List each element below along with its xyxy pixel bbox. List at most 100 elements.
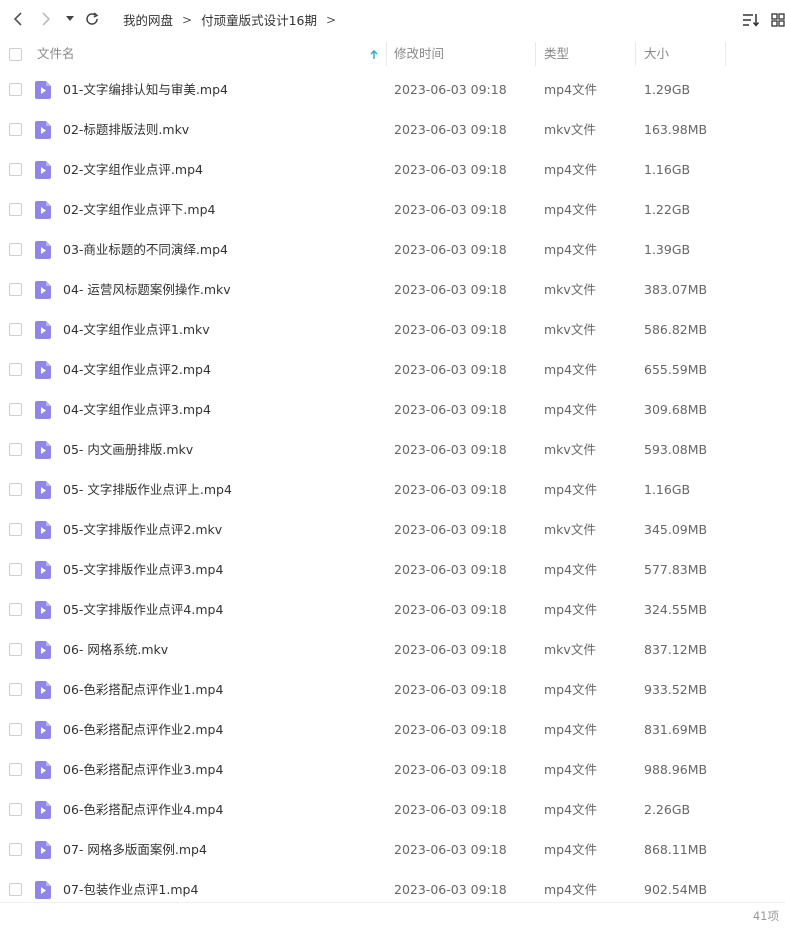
- file-row[interactable]: 01-文字编排认知与审美.mp4 2023-06-03 09:18 mp4文件 1.2…: [0, 70, 785, 110]
- file-name[interactable]: 05- 文字排版作业点评上.mp4: [63, 470, 232, 510]
- file-type: mkv文件: [544, 122, 596, 137]
- file-type: mkv文件: [544, 322, 596, 337]
- column-divider[interactable]: [635, 42, 636, 66]
- row-checkbox[interactable]: [9, 443, 22, 456]
- row-checkbox[interactable]: [9, 763, 22, 776]
- video-file-icon: [35, 561, 51, 579]
- column-header-size[interactable]: 大小: [644, 38, 669, 70]
- file-row[interactable]: 05-文字排版作业点评4.mp4 2023-06-03 09:18 mp4文件 324…: [0, 590, 785, 630]
- row-checkbox[interactable]: [9, 323, 22, 336]
- file-row[interactable]: 06-色彩搭配点评作业4.mp4 2023-06-03 09:18 mp4文件 2.2…: [0, 790, 785, 830]
- forward-button[interactable]: [36, 9, 56, 29]
- file-size: 345.09MB: [644, 522, 708, 537]
- row-checkbox[interactable]: [9, 203, 22, 216]
- row-checkbox[interactable]: [9, 803, 22, 816]
- file-name[interactable]: 02-文字组作业点评.mp4: [63, 150, 203, 190]
- file-name[interactable]: 04- 运营风标题案例操作.mkv: [63, 270, 231, 310]
- file-row[interactable]: 06-色彩搭配点评作业3.mp4 2023-06-03 09:18 mp4文件 988…: [0, 750, 785, 790]
- file-size: 902.54MB: [644, 882, 708, 897]
- file-name[interactable]: 02-文字组作业点评下.mp4: [63, 190, 215, 230]
- refresh-button[interactable]: [82, 9, 102, 29]
- column-header-name[interactable]: 文件名: [37, 38, 75, 70]
- file-row[interactable]: 07-包装作业点评1.mp4 2023-06-03 09:18 mp4文件 902.5…: [0, 870, 785, 910]
- row-checkbox[interactable]: [9, 603, 22, 616]
- file-row[interactable]: 02-文字组作业点评下.mp4 2023-06-03 09:18 mp4文件 1.22…: [0, 190, 785, 230]
- item-count: 41项: [752, 909, 779, 923]
- modified-time: 2023-06-03 09:18: [394, 202, 507, 217]
- file-row[interactable]: 05-文字排版作业点评2.mkv 2023-06-03 09:18 mkv文件 345…: [0, 510, 785, 550]
- file-row[interactable]: 06-色彩搭配点评作业2.mp4 2023-06-03 09:18 mp4文件 831…: [0, 710, 785, 750]
- file-row[interactable]: 06-色彩搭配点评作业1.mp4 2023-06-03 09:18 mp4文件 933…: [0, 670, 785, 710]
- file-name[interactable]: 04-文字组作业点评2.mp4: [63, 350, 211, 390]
- select-all-checkbox[interactable]: [9, 48, 22, 61]
- row-checkbox[interactable]: [9, 403, 22, 416]
- row-checkbox[interactable]: [9, 643, 22, 656]
- file-row[interactable]: 02-标题排版法则.mkv 2023-06-03 09:18 mkv文件 163.98…: [0, 110, 785, 150]
- file-name[interactable]: 03-商业标题的不同演绎.mp4: [63, 230, 228, 270]
- video-file-icon: [35, 801, 51, 819]
- file-name[interactable]: 07-包装作业点评1.mp4: [63, 870, 198, 910]
- file-type: mp4文件: [544, 362, 598, 377]
- sort-ascending-arrow-icon[interactable]: [370, 38, 378, 70]
- file-type: mp4文件: [544, 402, 598, 417]
- row-checkbox[interactable]: [9, 723, 22, 736]
- file-name[interactable]: 06-色彩搭配点评作业1.mp4: [63, 670, 223, 710]
- modified-time: 2023-06-03 09:18: [394, 122, 507, 137]
- file-name[interactable]: 01-文字编排认知与审美.mp4: [63, 70, 228, 110]
- modified-time: 2023-06-03 09:18: [394, 602, 507, 617]
- history-dropdown-button[interactable]: [62, 9, 78, 29]
- file-name[interactable]: 05-文字排版作业点评3.mp4: [63, 550, 223, 590]
- video-file-icon: [35, 641, 51, 659]
- file-row[interactable]: 04-文字组作业点评2.mp4 2023-06-03 09:18 mp4文件 655.…: [0, 350, 785, 390]
- file-row[interactable]: 04- 运营风标题案例操作.mkv 2023-06-03 09:18 mkv文件 38…: [0, 270, 785, 310]
- file-name[interactable]: 05- 内文画册排版.mkv: [63, 430, 193, 470]
- file-row[interactable]: 04-文字组作业点评1.mkv 2023-06-03 09:18 mkv文件 586.…: [0, 310, 785, 350]
- file-name[interactable]: 06-色彩搭配点评作业3.mp4: [63, 750, 223, 790]
- row-checkbox[interactable]: [9, 123, 22, 136]
- file-name[interactable]: 04-文字组作业点评1.mkv: [63, 310, 210, 350]
- column-header-type[interactable]: 类型: [544, 38, 569, 70]
- file-name[interactable]: 05-文字排版作业点评4.mp4: [63, 590, 223, 630]
- file-type: mp4文件: [544, 202, 598, 217]
- row-checkbox[interactable]: [9, 563, 22, 576]
- file-row[interactable]: 07- 网格多版面案例.mp4 2023-06-03 09:18 mp4文件 868.…: [0, 830, 785, 870]
- file-name[interactable]: 07- 网格多版面案例.mp4: [63, 830, 207, 870]
- row-checkbox[interactable]: [9, 363, 22, 376]
- file-name[interactable]: 06-色彩搭配点评作业2.mp4: [63, 710, 223, 750]
- row-checkbox[interactable]: [9, 163, 22, 176]
- video-file-icon: [35, 721, 51, 739]
- breadcrumb-item-current[interactable]: 付顽童版式设计16期: [201, 10, 317, 29]
- file-row[interactable]: 05- 文字排版作业点评上.mp4 2023-06-03 09:18 mp4文件 1.…: [0, 470, 785, 510]
- file-name[interactable]: 02-标题排版法则.mkv: [63, 110, 189, 150]
- row-checkbox[interactable]: [9, 83, 22, 96]
- column-divider[interactable]: [535, 42, 536, 66]
- back-button[interactable]: [8, 9, 28, 29]
- file-row[interactable]: 03-商业标题的不同演绎.mp4 2023-06-03 09:18 mp4文件 1.3…: [0, 230, 785, 270]
- row-checkbox[interactable]: [9, 683, 22, 696]
- file-name[interactable]: 05-文字排版作业点评2.mkv: [63, 510, 222, 550]
- row-checkbox[interactable]: [9, 843, 22, 856]
- row-checkbox[interactable]: [9, 283, 22, 296]
- row-checkbox[interactable]: [9, 243, 22, 256]
- file-row[interactable]: 06- 网格系统.mkv 2023-06-03 09:18 mkv文件 837.12M…: [0, 630, 785, 670]
- row-checkbox[interactable]: [9, 523, 22, 536]
- modified-time: 2023-06-03 09:18: [394, 522, 507, 537]
- file-row[interactable]: 05- 内文画册排版.mkv 2023-06-03 09:18 mkv文件 593.0…: [0, 430, 785, 470]
- file-name[interactable]: 06- 网格系统.mkv: [63, 630, 168, 670]
- file-row[interactable]: 04-文字组作业点评3.mp4 2023-06-03 09:18 mp4文件 309.…: [0, 390, 785, 430]
- column-divider[interactable]: [386, 42, 387, 66]
- file-row[interactable]: 05-文字排版作业点评3.mp4 2023-06-03 09:18 mp4文件 577…: [0, 550, 785, 590]
- column-header-modified[interactable]: 修改时间: [394, 38, 444, 70]
- view-toggle-button[interactable]: [769, 11, 785, 29]
- file-row[interactable]: 02-文字组作业点评.mp4 2023-06-03 09:18 mp4文件 1.16G…: [0, 150, 785, 190]
- sort-button[interactable]: [742, 11, 760, 29]
- video-file-icon: [35, 601, 51, 619]
- file-name[interactable]: 04-文字组作业点评3.mp4: [63, 390, 211, 430]
- modified-time: 2023-06-03 09:18: [394, 482, 507, 497]
- row-checkbox[interactable]: [9, 883, 22, 896]
- file-name[interactable]: 06-色彩搭配点评作业4.mp4: [63, 790, 223, 830]
- row-checkbox[interactable]: [9, 483, 22, 496]
- file-size: 655.59MB: [644, 362, 708, 377]
- column-divider[interactable]: [725, 42, 726, 66]
- breadcrumb-item-root[interactable]: 我的网盘: [123, 10, 173, 29]
